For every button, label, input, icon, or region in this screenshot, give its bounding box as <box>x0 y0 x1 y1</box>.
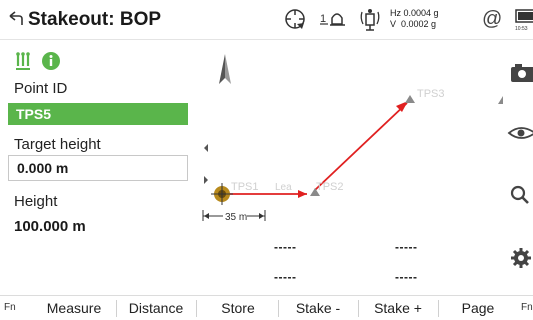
point-id-label: Point ID <box>14 80 68 97</box>
svg-text:Lea: Lea <box>275 182 292 193</box>
north-arrow-icon <box>219 54 231 84</box>
points-list-icon[interactable] <box>14 50 36 72</box>
pan-right-icon[interactable] <box>204 176 208 184</box>
point-id-selector[interactable]: TPS5 <box>8 103 188 125</box>
hz-value: Hz 0.0004 g <box>390 8 439 18</box>
at-icon[interactable]: @ <box>482 8 502 31</box>
level-bubble-icon[interactable]: 1 <box>318 6 348 32</box>
height-value: 100.000 m <box>14 218 86 235</box>
settings-gear-icon[interactable] <box>507 245 533 271</box>
map-point-tps3[interactable]: TPS3 <box>405 88 445 103</box>
search-icon[interactable] <box>507 182 533 208</box>
fn-right-button[interactable]: Fn <box>521 302 533 313</box>
camera-icon[interactable] <box>507 60 533 86</box>
stat-value-4: ----- <box>395 270 418 284</box>
stat-value-1: ----- <box>274 240 297 254</box>
bubble-number: 1 <box>320 13 326 25</box>
distance-button[interactable]: Distance <box>118 296 194 320</box>
stakeout-fields-panel: Point ID TPS5 Target height 0.000 m Heig… <box>0 40 195 295</box>
scale-bar: 35 m <box>202 210 266 223</box>
map-canvas[interactable]: TPS1 Lea TPS2 TPS3 35 m <box>195 40 503 295</box>
stat-value-2: ----- <box>395 240 418 254</box>
target-height-input[interactable]: 0.000 m <box>8 155 188 181</box>
station-label: Lea <box>275 182 292 193</box>
map-point-tps1[interactable]: TPS1 <box>231 181 259 193</box>
separator <box>196 300 197 317</box>
softkey-bar: Fn Measure Distance Store Stake - Stake … <box>0 295 533 320</box>
map-point-tps2[interactable]: TPS2 <box>310 181 344 196</box>
fn-left-button[interactable]: Fn <box>4 302 16 313</box>
store-button[interactable]: Store <box>200 296 276 320</box>
satellite-icon[interactable] <box>357 6 383 32</box>
target-height-label: Target height <box>14 136 101 153</box>
separator <box>438 300 439 317</box>
stake-plus-button[interactable]: Stake + <box>360 296 436 320</box>
separator <box>116 300 117 317</box>
stakeout-map[interactable]: TPS1 Lea TPS2 TPS3 35 m ----- ----- ----… <box>195 40 503 295</box>
point-label-tps3: TPS3 <box>417 88 445 100</box>
point-label-tps2: TPS2 <box>316 181 344 193</box>
title-bar: Stakeout: BOP 1 Hz 0.0004 gV 0.0002 g @ … <box>0 0 533 40</box>
instrument-station-icon <box>211 183 233 205</box>
v-value: V 0.0002 g <box>390 19 437 29</box>
clock-time: 10:53 <box>515 26 528 32</box>
map-point-edge[interactable] <box>498 96 503 104</box>
stat-value-3: ----- <box>274 270 297 284</box>
stake-minus-button[interactable]: Stake - <box>280 296 356 320</box>
scale-label: 35 m <box>225 212 247 223</box>
height-label: Height <box>14 193 58 210</box>
gps-icon[interactable] <box>282 6 308 32</box>
measure-button[interactable]: Measure <box>36 296 112 320</box>
page-button[interactable]: Page <box>440 296 516 320</box>
back-icon[interactable] <box>6 9 26 29</box>
point-label-tps1: TPS1 <box>231 181 259 193</box>
pan-left-icon[interactable] <box>204 144 208 152</box>
angle-readout: Hz 0.0004 gV 0.0002 g <box>390 8 439 30</box>
eye-icon[interactable] <box>507 120 533 146</box>
info-icon[interactable] <box>40 50 62 72</box>
separator <box>358 300 359 317</box>
page-title: Stakeout: BOP <box>28 9 162 30</box>
separator <box>278 300 279 317</box>
